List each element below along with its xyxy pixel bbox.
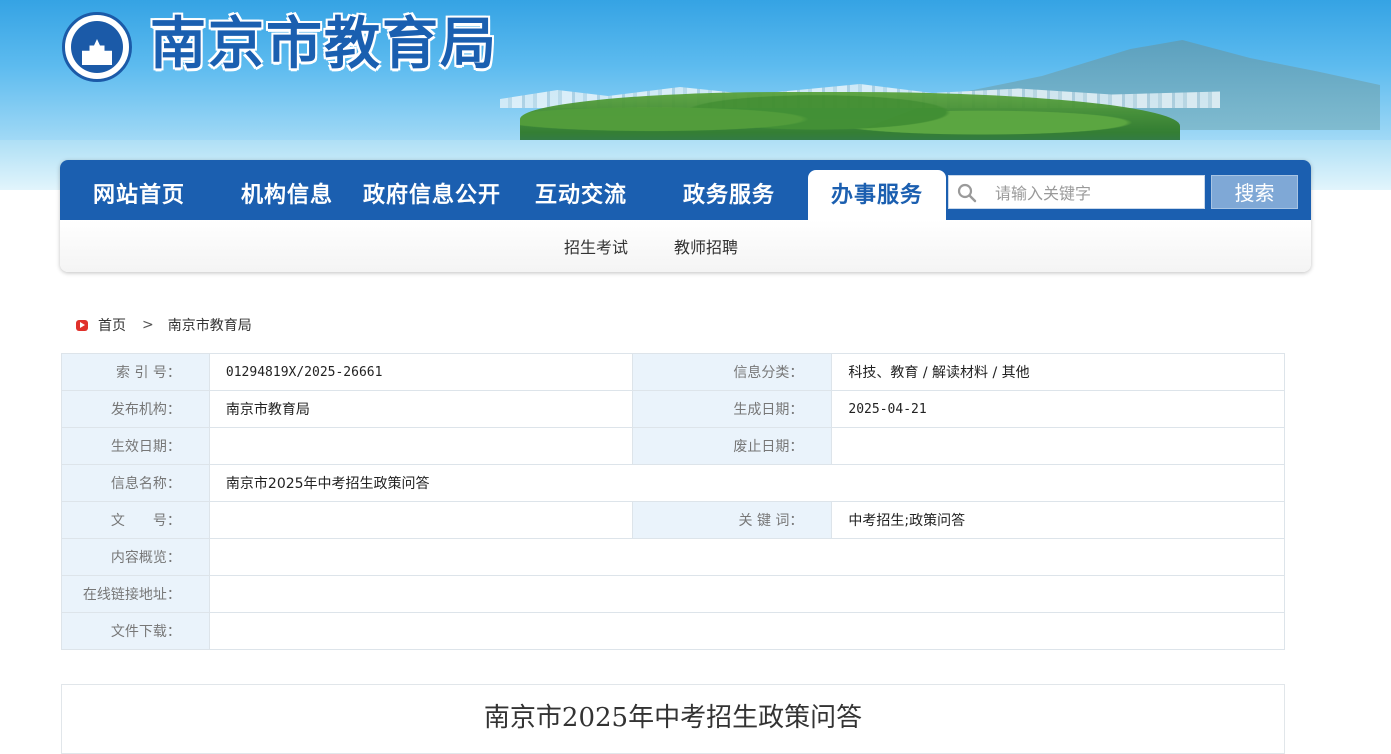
logo-building-icon: [82, 39, 112, 65]
search-box: [948, 175, 1205, 209]
nav-item-organization[interactable]: 机构信息: [218, 160, 356, 220]
search-input[interactable]: [993, 178, 1197, 208]
nav-bar: 网站首页 机构信息 政府信息公开 互动交流 政务服务 办事服务 搜索: [60, 160, 1311, 220]
nav-item-gov-services[interactable]: 政务服务: [654, 160, 804, 220]
publisher-value: 南京市教育局: [208, 390, 633, 428]
breadcrumb: 首页 > 南京市教育局: [76, 314, 252, 336]
summary-value: [208, 538, 1286, 576]
keywords-label: 关 键 词：: [631, 501, 833, 539]
breadcrumb-home-link[interactable]: 首页: [98, 315, 126, 335]
info-name-label: 信息名称：: [61, 464, 210, 502]
breadcrumb-play-icon: [76, 319, 88, 331]
expired-date-value: [831, 427, 1285, 465]
table-row: 生效日期： 废止日期：: [61, 427, 1285, 465]
publisher-label: 发布机构：: [61, 390, 210, 428]
nav-item-home[interactable]: 网站首页: [60, 160, 218, 220]
table-row: 内容概览：: [61, 538, 1286, 576]
online-link-label: 在线链接地址：: [61, 575, 210, 613]
logo-emblem: [71, 21, 123, 73]
search-button[interactable]: 搜索: [1211, 175, 1298, 209]
effective-date-label: 生效日期：: [61, 427, 210, 465]
online-link-value[interactable]: [208, 575, 1286, 613]
doc-no-value: [208, 501, 633, 539]
article-title: 南京市2025年中考招生政策问答: [483, 703, 863, 733]
nav-item-interaction[interactable]: 互动交流: [508, 160, 654, 220]
table-row: 索 引 号： 01294819X/2025-26661 信息分类： 科技、教育 …: [61, 353, 1285, 391]
index-no-value: 01294819X/2025-26661: [208, 353, 633, 391]
table-row: 文件下载：: [61, 612, 1286, 650]
nav-item-affairs-services[interactable]: 办事服务: [808, 170, 946, 220]
sub-navigation: 招生考试 教师招聘: [60, 220, 1311, 272]
search-icon: [957, 183, 977, 203]
expired-date-label: 废止日期：: [631, 427, 833, 465]
index-no-label: 索 引 号：: [61, 353, 210, 391]
site-logo-icon[interactable]: [62, 12, 132, 82]
sub-nav-item-teacher-recruitment[interactable]: 教师招聘: [674, 234, 738, 258]
table-row: 发布机构： 南京市教育局 生成日期： 2025-04-21: [61, 390, 1285, 428]
effective-date-value: [208, 427, 633, 465]
info-meta-table: 索 引 号： 01294819X/2025-26661 信息分类： 科技、教育 …: [61, 353, 1286, 650]
keywords-value: 中考招生;政策问答: [831, 501, 1285, 539]
article-container: 南京市2025年中考招生政策问答: [61, 684, 1285, 754]
category-label: 信息分类：: [631, 353, 833, 391]
created-date-label: 生成日期：: [631, 390, 833, 428]
summary-label: 内容概览：: [61, 538, 210, 576]
main-navigation: 网站首页 机构信息 政府信息公开 互动交流 政务服务 办事服务 搜索 招生考试 …: [60, 160, 1311, 272]
file-download-value[interactable]: [208, 612, 1286, 650]
nav-item-gov-info[interactable]: 政府信息公开: [356, 160, 508, 220]
created-date-value: 2025-04-21: [831, 390, 1285, 428]
info-name-value: 南京市2025年中考招生政策问答: [208, 464, 1286, 502]
site-title[interactable]: 南京市教育局: [150, 8, 498, 80]
table-row: 在线链接地址：: [61, 575, 1286, 613]
sub-nav-item-enrollment-exam[interactable]: 招生考试: [564, 234, 628, 258]
category-value: 科技、教育 / 解读材料 / 其他: [831, 353, 1285, 391]
table-row: 信息名称： 南京市2025年中考招生政策问答: [61, 464, 1286, 502]
breadcrumb-current[interactable]: 南京市教育局: [168, 315, 252, 335]
table-row: 文 号： 关 键 词： 中考招生;政策问答: [61, 501, 1285, 539]
chevron-right-icon: >: [142, 317, 154, 333]
file-download-label: 文件下载：: [61, 612, 210, 650]
doc-no-label: 文 号：: [61, 501, 210, 539]
